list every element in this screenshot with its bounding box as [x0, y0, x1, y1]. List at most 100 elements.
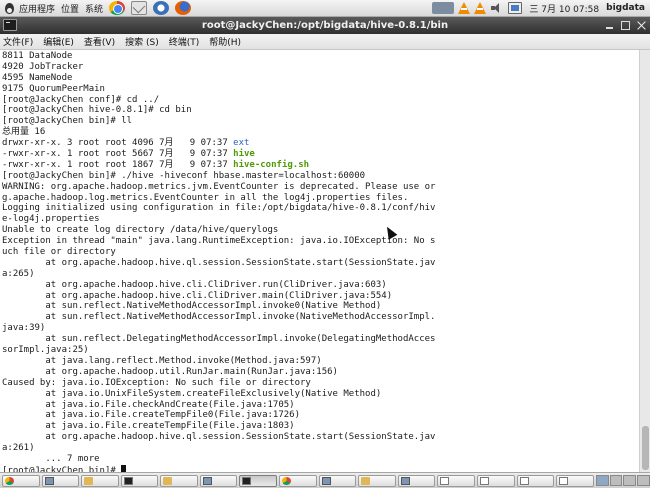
menu-terminal[interactable]: 终端(T) [169, 35, 200, 48]
workspace-switcher-4[interactable] [637, 475, 650, 486]
system-menu[interactable]: 系统 [82, 0, 106, 17]
taskbar-button[interactable] [279, 474, 317, 487]
firefox-icon[interactable] [175, 1, 192, 15]
terminal-text: 4595 NameNode [2, 72, 73, 83]
terminal-lines: 8811 DataNode 4920 JobTracker 4595 NameNod… [2, 51, 639, 472]
window-titlebar[interactable]: root@JackyChen:/opt/bigdata/hive-0.8.1/b… [0, 17, 650, 34]
menu-search[interactable]: 搜索 (S) [125, 35, 159, 48]
terminal-line: at java.io.UnixFileSystem.createFileExcl… [2, 389, 639, 400]
executable-name: hive [233, 149, 255, 160]
terminal-line: java:39) [2, 323, 639, 334]
terminal-text: at java.io.File.checkAndCreate(File.java… [2, 399, 295, 410]
terminal-output[interactable]: 8811 DataNode 4920 JobTracker 4595 NameNod… [0, 50, 639, 472]
taskbar-button[interactable] [516, 474, 555, 487]
terminal-text: at java.io.UnixFileSystem.createFileExcl… [2, 388, 382, 399]
window-controls [600, 19, 648, 32]
workspace-switcher-3[interactable] [623, 475, 637, 486]
places-menu[interactable]: 位置 [58, 0, 82, 17]
window-icon [400, 476, 410, 485]
taskbar-button[interactable] [397, 474, 436, 487]
terminal-line: [root@JackyChen bin]# ll [2, 116, 639, 127]
taskbar-button[interactable] [318, 474, 357, 487]
terminal-text: 4920 JobTracker [2, 61, 84, 72]
terminal-line: sorImpl.java:25) [2, 345, 639, 356]
taskbar-button[interactable] [199, 474, 238, 487]
terminal-line: 总用量 16 [2, 127, 639, 138]
top-panel: 应用程序 位置 系统 三 7月 10 07:58 bigdata [0, 0, 650, 17]
terminal-text: Caused by: java.io.IOException: No such … [2, 377, 311, 388]
app-thumbnail-icon[interactable] [432, 2, 455, 14]
mail-icon[interactable] [131, 1, 148, 15]
taskbar-button[interactable] [239, 474, 278, 487]
terminal-line: at java.io.File.checkAndCreate(File.java… [2, 400, 639, 411]
user-menu[interactable]: bigdata [606, 3, 645, 13]
workspace-switcher-2[interactable] [609, 475, 623, 486]
terminal-text: at sun.reflect.NativeMethodAccessorImpl.… [2, 312, 436, 323]
terminal-text: at org.apache.hadoop.hive.cli.CliDriver.… [2, 290, 393, 301]
taskbar-button[interactable] [476, 474, 515, 487]
terminal-text: at sun.reflect.DelegatingMethodAccessorI… [2, 334, 436, 345]
menu-file[interactable]: 文件(F) [3, 35, 33, 48]
terminal-icon[interactable] [3, 19, 17, 31]
taskbar-button[interactable] [41, 474, 80, 487]
terminal-line: Caused by: java.io.IOException: No such … [2, 378, 639, 389]
taskbar-button[interactable] [2, 474, 40, 487]
network-icon[interactable] [508, 2, 523, 14]
help-icon[interactable] [153, 1, 170, 15]
terminal-line: Exception in thread "main" java.lang.Run… [2, 236, 639, 247]
terminal-line: at sun.reflect.DelegatingMethodAccessorI… [2, 334, 639, 345]
terminal-text: a:261) [2, 443, 35, 454]
vertical-scrollbar[interactable] [639, 50, 650, 472]
taskbar-button[interactable] [160, 474, 198, 487]
terminal-line: 9175 QuorumPeerMain [2, 84, 639, 95]
system-tray: 三 7月 10 07:58 bigdata [430, 0, 650, 17]
window-icon [321, 476, 331, 485]
terminal-text: g.apache.hadoop.log.metrics.EventCounter… [2, 192, 409, 203]
terminal-text: e-log4j.properties [2, 214, 100, 225]
gnome-foot-icon [3, 2, 16, 15]
taskbar-button[interactable] [81, 474, 119, 487]
terminal-line: 8811 DataNode [2, 51, 639, 62]
terminal-line: -rwxr-xr-x. 1 root root 5667 7月 9 07:37 … [2, 149, 639, 160]
vlc-icon[interactable] [458, 2, 471, 14]
terminal-text: [root@JackyChen conf]# cd ../ [2, 94, 160, 105]
chrome-icon[interactable] [109, 1, 126, 15]
terminal-line: a:261) [2, 443, 639, 454]
terminal-line: at java.lang.reflect.Method.invoke(Metho… [2, 356, 639, 367]
terminal-text: uch file or directory [2, 247, 116, 258]
close-icon[interactable] [635, 19, 648, 32]
menu-help[interactable]: 帮助(H) [209, 35, 241, 48]
terminal-text: at org.apache.hadoop.util.RunJar.main(Ru… [2, 366, 338, 377]
terminal-text: at java.io.File.createTempFile0(File.jav… [2, 410, 301, 421]
speaker-icon[interactable] [490, 2, 504, 14]
taskbar-button[interactable] [358, 474, 396, 487]
page-icon [519, 476, 529, 485]
terminal-icon [242, 476, 252, 485]
terminal-line: 4595 NameNode [2, 73, 639, 84]
page-icon [440, 476, 450, 485]
taskbar-button[interactable] [437, 474, 475, 487]
workspace-switcher-1[interactable] [595, 475, 609, 486]
clock[interactable]: 三 7月 10 07:58 [529, 2, 599, 15]
taskbar-button[interactable] [556, 474, 594, 487]
folder-icon [84, 476, 94, 485]
terminal-text: [root@JackyChen bin]# ./hive -hiveconf h… [2, 170, 366, 181]
menu-edit[interactable]: 编辑(E) [43, 35, 74, 48]
terminal-text: -rwxr-xr-x. 1 root root 1867 7月 9 07:37 [2, 159, 234, 170]
applications-menu[interactable]: 应用程序 [0, 0, 58, 17]
terminal-text: at java.lang.reflect.Method.invoke(Metho… [2, 355, 322, 366]
maximize-icon[interactable] [619, 19, 632, 32]
terminal-text: at org.apache.hadoop.hive.cli.CliDriver.… [2, 279, 387, 290]
terminal-line: 4920 JobTracker [2, 62, 639, 73]
terminal-line: uch file or directory [2, 247, 639, 258]
scrollbar-thumb[interactable] [642, 426, 649, 470]
taskbar-button[interactable] [120, 474, 159, 487]
window-icon [202, 476, 212, 485]
terminal-text: a:265) [2, 268, 35, 279]
chrome-icon [282, 476, 292, 485]
page-icon [559, 476, 569, 485]
terminal-line: Unable to create log directory /data/hiv… [2, 225, 639, 236]
menu-view[interactable]: 查看(V) [84, 35, 115, 48]
minimize-icon[interactable] [603, 19, 616, 32]
vlc-icon[interactable] [474, 2, 487, 14]
